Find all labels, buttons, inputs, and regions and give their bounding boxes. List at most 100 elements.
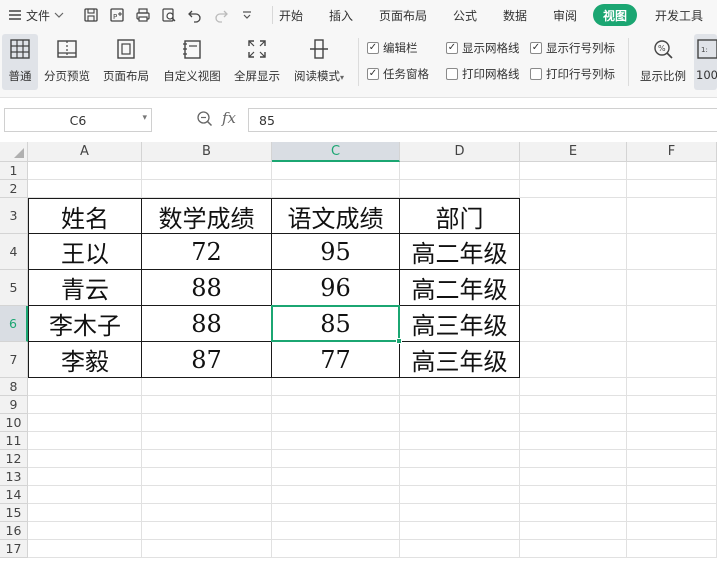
cell-b7[interactable]: 87: [142, 342, 272, 378]
cell-f7[interactable]: [627, 342, 717, 378]
cell-f4[interactable]: [627, 234, 717, 270]
cell-c5[interactable]: 96: [272, 270, 400, 306]
row-header-5[interactable]: 5: [0, 270, 28, 306]
cell-e3[interactable]: [520, 198, 627, 234]
cell-c11[interactable]: [272, 432, 400, 450]
export-pdf-icon[interactable]: P: [106, 4, 128, 26]
cell-b8[interactable]: [142, 378, 272, 396]
cell-b12[interactable]: [142, 450, 272, 468]
reading-mode-button[interactable]: 阅读模式▾: [288, 34, 350, 90]
cell-e4[interactable]: [520, 234, 627, 270]
cell-d14[interactable]: [400, 486, 520, 504]
row-header-4[interactable]: 4: [0, 234, 28, 270]
cell-b6[interactable]: 88: [142, 306, 272, 342]
checkbox-task-pane[interactable]: ✓ 任务窗格: [367, 66, 429, 82]
cell-e11[interactable]: [520, 432, 627, 450]
cell-f13[interactable]: [627, 468, 717, 486]
column-header-b[interactable]: B: [142, 142, 272, 162]
cell-d5[interactable]: 高二年级: [400, 270, 520, 306]
cell-c3[interactable]: 语文成绩: [272, 198, 400, 234]
cell-d7[interactable]: 高三年级: [400, 342, 520, 378]
row-header-6[interactable]: 6: [0, 306, 28, 342]
file-menu[interactable]: 文件: [0, 0, 80, 30]
cell-d11[interactable]: [400, 432, 520, 450]
cell-e10[interactable]: [520, 414, 627, 432]
row-header-9[interactable]: 9: [0, 396, 28, 414]
cell-a6[interactable]: 李木子: [28, 306, 142, 342]
cell-b3[interactable]: 数学成绩: [142, 198, 272, 234]
checkbox-show-gridlines[interactable]: ✓ 显示网格线: [446, 40, 520, 56]
cell-a3[interactable]: 姓名: [28, 198, 142, 234]
cell-b10[interactable]: [142, 414, 272, 432]
row-header-7[interactable]: 7: [0, 342, 28, 378]
cell-c7[interactable]: 77: [272, 342, 400, 378]
cell-c6[interactable]: 85: [272, 306, 400, 342]
cell-a15[interactable]: [28, 504, 142, 522]
cell-f3[interactable]: [627, 198, 717, 234]
cell-d15[interactable]: [400, 504, 520, 522]
cell-e15[interactable]: [520, 504, 627, 522]
cell-c15[interactable]: [272, 504, 400, 522]
cell-c17[interactable]: [272, 540, 400, 558]
cell-e9[interactable]: [520, 396, 627, 414]
tab-formulas[interactable]: 公式: [446, 4, 484, 26]
column-header-c[interactable]: C: [272, 142, 400, 162]
column-header-d[interactable]: D: [400, 142, 520, 162]
tab-data[interactable]: 数据: [496, 4, 534, 26]
tab-insert[interactable]: 插入: [322, 4, 360, 26]
cell-f8[interactable]: [627, 378, 717, 396]
cell-c8[interactable]: [272, 378, 400, 396]
custom-view-button[interactable]: 自定义视图: [158, 34, 226, 90]
cell-c4[interactable]: 95: [272, 234, 400, 270]
print-icon[interactable]: [132, 4, 154, 26]
cell-b9[interactable]: [142, 396, 272, 414]
cell-e14[interactable]: [520, 486, 627, 504]
cell-e16[interactable]: [520, 522, 627, 540]
checkbox-show-headings[interactable]: ✓ 显示行号列标: [530, 40, 615, 56]
cell-e5[interactable]: [520, 270, 627, 306]
cell-f17[interactable]: [627, 540, 717, 558]
cell-d6[interactable]: 高三年级: [400, 306, 520, 342]
cell-e12[interactable]: [520, 450, 627, 468]
row-header-10[interactable]: 10: [0, 414, 28, 432]
cell-f12[interactable]: [627, 450, 717, 468]
cell-c10[interactable]: [272, 414, 400, 432]
cell-b1[interactable]: [142, 162, 272, 180]
cell-a14[interactable]: [28, 486, 142, 504]
cell-e1[interactable]: [520, 162, 627, 180]
cell-c2[interactable]: [272, 180, 400, 198]
tab-home[interactable]: 开始: [272, 4, 310, 26]
cell-c14[interactable]: [272, 486, 400, 504]
row-header-8[interactable]: 8: [0, 378, 28, 396]
undo-icon[interactable]: [184, 4, 206, 26]
page-layout-view-button[interactable]: 页面布局: [98, 34, 154, 90]
cell-e2[interactable]: [520, 180, 627, 198]
cell-d12[interactable]: [400, 450, 520, 468]
cell-b15[interactable]: [142, 504, 272, 522]
cell-d2[interactable]: [400, 180, 520, 198]
cell-b5[interactable]: 88: [142, 270, 272, 306]
cell-c16[interactable]: [272, 522, 400, 540]
row-header-1[interactable]: 1: [0, 162, 28, 180]
zoom-ratio-button[interactable]: % 显示比例: [636, 34, 690, 90]
select-all-corner[interactable]: [0, 142, 28, 162]
cell-e8[interactable]: [520, 378, 627, 396]
tab-page-layout[interactable]: 页面布局: [372, 4, 434, 26]
cell-f2[interactable]: [627, 180, 717, 198]
row-header-16[interactable]: 16: [0, 522, 28, 540]
row-header-3[interactable]: 3: [0, 198, 28, 234]
cell-e6[interactable]: [520, 306, 627, 342]
redo-icon[interactable]: [210, 4, 232, 26]
cell-a16[interactable]: [28, 522, 142, 540]
cell-d1[interactable]: [400, 162, 520, 180]
cell-c12[interactable]: [272, 450, 400, 468]
cell-e17[interactable]: [520, 540, 627, 558]
cell-a4[interactable]: 王以: [28, 234, 142, 270]
cell-c9[interactable]: [272, 396, 400, 414]
reading-mode-dropdown-icon[interactable]: ▾: [340, 73, 344, 82]
page-break-preview-button[interactable]: 分页预览: [40, 34, 94, 90]
cell-e13[interactable]: [520, 468, 627, 486]
cell-f9[interactable]: [627, 396, 717, 414]
save-icon[interactable]: [80, 4, 102, 26]
cell-b17[interactable]: [142, 540, 272, 558]
